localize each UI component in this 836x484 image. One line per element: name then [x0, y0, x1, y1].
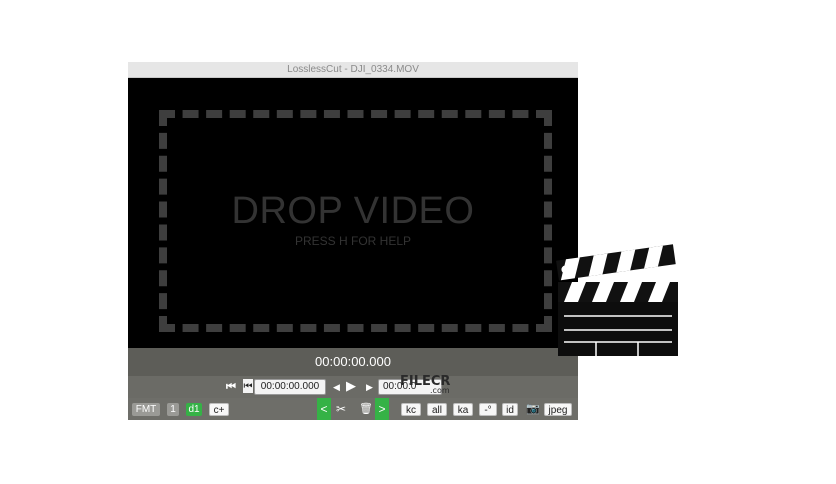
jump-to-cut-start-icon[interactable]: ⏮ [226, 379, 236, 395]
timeline[interactable]: 00:00:00.000 [128, 348, 578, 376]
clapperboard-icon [556, 244, 678, 356]
current-time: 00:00:00.000 [315, 354, 391, 369]
keyframe-cut-button[interactable]: kc [401, 403, 421, 416]
drop-zone[interactable]: DROP VIDEO PRESS H FOR HELP [128, 78, 578, 348]
segment-number-button[interactable]: 1 [167, 403, 179, 416]
bottom-toolbar: FMT 1 d1 c+ < ✂ 🗑 > kc all ka -° id 📷 jp… [128, 398, 578, 420]
camera-icon[interactable]: 📷 [526, 401, 540, 417]
next-segment-button[interactable]: > [375, 398, 389, 420]
scissors-icon[interactable]: ✂ [336, 401, 346, 417]
watermark: FILECR .com [400, 374, 450, 395]
app-window: LosslessCut - DJI_0334.MOV DROP VIDEO PR… [128, 62, 578, 420]
c-plus-button[interactable]: c+ [209, 403, 229, 416]
keep-audio-button[interactable]: ka [453, 403, 473, 416]
include-data-button[interactable]: id [502, 403, 518, 416]
step-forward-icon[interactable]: ▶ [366, 379, 373, 395]
rotation-button[interactable]: -° [479, 403, 497, 416]
trash-icon[interactable]: 🗑 [359, 401, 373, 417]
jpeg-button[interactable]: jpeg [544, 403, 572, 416]
set-cut-start-icon[interactable]: ⏮ [243, 379, 253, 393]
d1-button[interactable]: d1 [186, 403, 202, 416]
drop-zone-help: PRESS H FOR HELP [294, 234, 412, 248]
play-icon[interactable]: ▶ [346, 378, 356, 394]
watermark-domain: .com [430, 386, 450, 395]
all-tracks-button[interactable]: all [427, 403, 447, 416]
playback-controls: ⏮ ⏮ 00:00:00.000 ◀ ▶ ▶ 00:00:0 [128, 376, 578, 398]
window-title: LosslessCut - DJI_0334.MOV [128, 62, 578, 78]
cut-start-time-input[interactable]: 00:00:00.000 [254, 379, 326, 395]
step-back-icon[interactable]: ◀ [333, 379, 340, 395]
previous-segment-button[interactable]: < [317, 398, 331, 420]
drop-zone-title: DROP VIDEO [231, 190, 475, 232]
format-button[interactable]: FMT [132, 403, 160, 416]
